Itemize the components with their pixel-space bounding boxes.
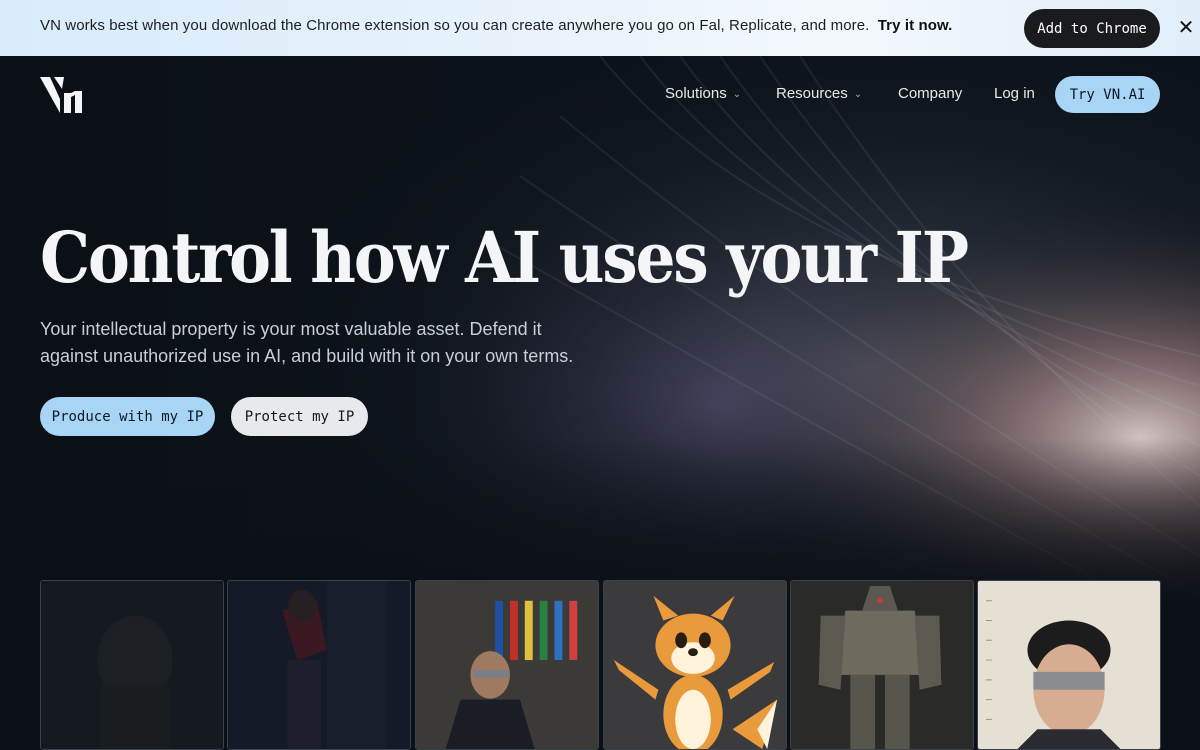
hero-subhead-line2: against unauthorized use in AI, and buil… (40, 346, 574, 366)
thumbnail-cartoon-fox[interactable] (603, 580, 787, 750)
thumbnail-woman-red-jacket[interactable] (227, 580, 411, 750)
nav-company[interactable]: Company (898, 85, 962, 102)
produce-with-my-ip-button[interactable]: Produce with my IP (40, 397, 215, 436)
chevron-down-icon: ⌄ (732, 89, 742, 100)
promo-banner: VN works best when you download the Chro… (0, 0, 1200, 56)
banner-cta-link[interactable]: Try it now. (878, 17, 953, 34)
main-nav: Solutions ⌄ Resources ⌄ Company Log in Try… (0, 76, 1200, 114)
thumbnail-mech-armor[interactable] (790, 580, 974, 750)
protect-my-ip-button[interactable]: Protect my IP (231, 397, 368, 436)
thumbnail-person-mugshot[interactable] (977, 580, 1161, 750)
try-vn-button[interactable]: Try VN.AI (1055, 76, 1160, 113)
chevron-down-icon: ⌄ (853, 89, 863, 100)
close-icon[interactable]: ✕ (1176, 16, 1196, 40)
nav-solutions[interactable]: Solutions ⌄ (665, 85, 741, 102)
nav-resources[interactable]: Resources ⌄ (776, 85, 862, 102)
banner-message: VN works best when you download the Chro… (40, 17, 870, 34)
hero-subhead: Your intellectual property is your most … (40, 316, 660, 370)
banner-text: VN works best when you download the Chro… (40, 17, 952, 34)
thumbnail-speaker-conference[interactable] (415, 580, 599, 750)
hero-subhead-line1: Your intellectual property is your most … (40, 319, 542, 339)
add-to-chrome-button[interactable]: Add to Chrome (1024, 9, 1160, 48)
nav-login[interactable]: Log in (994, 85, 1035, 102)
hero-headline: Control how AI uses your IP (40, 216, 969, 299)
thumbnail-armored-warrior[interactable] (40, 580, 224, 750)
nav-resources-label: Resources (776, 85, 848, 102)
nav-solutions-label: Solutions (665, 85, 727, 102)
